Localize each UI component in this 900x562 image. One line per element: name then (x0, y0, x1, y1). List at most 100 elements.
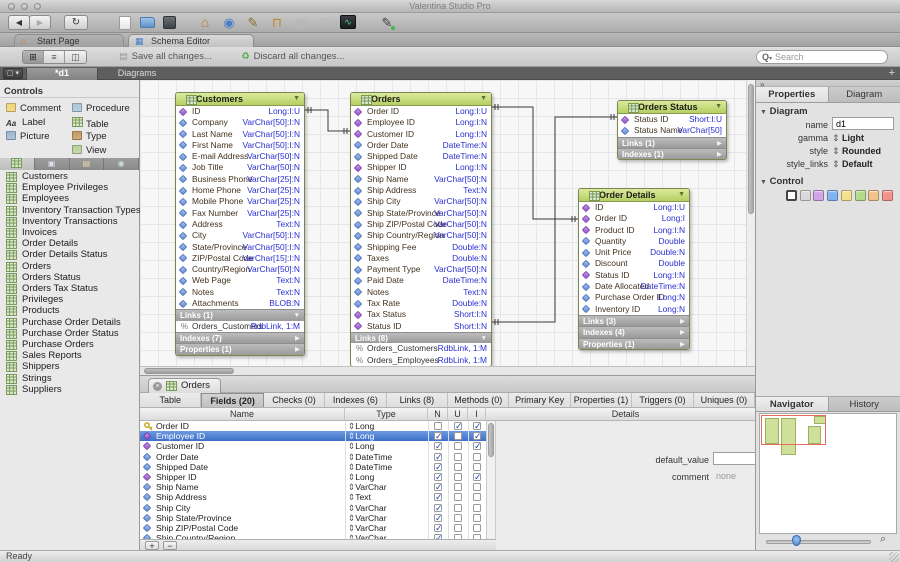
sidebar-tables-tab[interactable] (0, 158, 35, 170)
section-bar[interactable]: Indexes (4)▶ (579, 326, 689, 337)
column-header-type[interactable]: Type (345, 408, 428, 420)
checkbox-i[interactable] (473, 463, 481, 471)
table-list-item[interactable]: Order Details Status (0, 249, 139, 260)
diagram-field-row[interactable]: CityVarChar[50]:I:N (176, 230, 304, 241)
diagram-field-row[interactable]: Ship CityVarChar[50]:N (351, 196, 491, 207)
color-swatch-6[interactable] (868, 190, 879, 201)
subtab-fields[interactable]: Fields (20) (201, 393, 263, 407)
fields-scrollbar[interactable] (486, 421, 496, 539)
checkbox-n[interactable] (434, 453, 442, 461)
checkbox-u[interactable] (454, 473, 462, 481)
checkbox-u[interactable] (454, 442, 462, 450)
diagram-field-row[interactable]: Web PageText:N (176, 275, 304, 286)
diagram-field-row[interactable]: Mobile PhoneVarChar[25]:N (176, 196, 304, 207)
checkbox-n[interactable] (434, 473, 442, 481)
table-list-item[interactable]: Purchase Order Status (0, 328, 139, 339)
table-list-item[interactable]: Inventory Transactions (0, 216, 139, 227)
table-list-item[interactable]: Sales Reports (0, 350, 139, 361)
new-document-button[interactable] (116, 14, 134, 31)
color-swatch-5[interactable] (855, 190, 866, 201)
diagram-field-row[interactable]: Shipper IDLong:I:N (351, 162, 491, 173)
diagram-field-row[interactable]: ZIP/Postal CodeVarChar[15]:I:N (176, 253, 304, 264)
canvas-vertical-scrollbar[interactable] (746, 80, 755, 366)
field-row-ship-city[interactable]: Ship City⇕VarChar (140, 503, 486, 513)
color-swatch-0[interactable] (786, 190, 797, 201)
diagram-field-row[interactable]: Customer IDLong:I:N (351, 129, 491, 140)
column-view-button[interactable]: ◫ (65, 51, 86, 63)
close-icon[interactable]: × (153, 382, 162, 391)
field-row-ship-address[interactable]: Ship Address⇕Text (140, 492, 486, 502)
refresh-button[interactable]: ↻ (64, 15, 88, 30)
save-all-changes-button[interactable]: ▤ Save all changes... (118, 51, 212, 62)
diagnostics-button[interactable]: ✎ (378, 14, 396, 31)
panel-tab-properties[interactable]: Properties (756, 87, 829, 102)
color-swatch-2[interactable] (813, 190, 824, 201)
palette-item-picture[interactable]: Picture (6, 131, 50, 143)
diagram-table-orders-status[interactable]: Orders Status▼Status IDShort:I:UStatus N… (617, 100, 727, 160)
canvas-horizontal-scrollbar[interactable] (140, 366, 755, 375)
diagram-field-row[interactable]: Payment TypeVarChar[50]:N (351, 264, 491, 275)
remove-field-button[interactable]: − (163, 541, 177, 550)
forward-button[interactable]: ▶ (29, 15, 51, 30)
diagram-field-row[interactable]: Ship ZIP/Postal CodeVarChar[50]:N (351, 219, 491, 230)
column-header-indexed[interactable]: I (468, 408, 486, 420)
project-button[interactable]: ⊓ (268, 14, 286, 31)
diagram-field-row[interactable]: Shipped DateDateTime:N (351, 151, 491, 162)
checkbox-i[interactable] (473, 504, 481, 512)
diagram-table-header[interactable]: Customers▼ (176, 93, 304, 106)
table-list-item[interactable]: Customers (0, 171, 139, 182)
checkbox-i[interactable] (473, 483, 481, 491)
table-list-item[interactable]: Shippers (0, 361, 139, 372)
tab-schema-editor[interactable]: ▦ Schema Editor (128, 34, 254, 47)
sidebar-procedures-tab[interactable]: ▣ (35, 158, 70, 170)
diagram-field-row[interactable]: Business PhoneVarChar[25]:N (176, 174, 304, 185)
diagram-field-row[interactable]: Status IDShort:I:N (351, 321, 491, 332)
table-list-item[interactable]: Order Details (0, 238, 139, 249)
diagram-link-row[interactable]: %Orders_CustomersRdbLink, 1:M (351, 343, 491, 354)
checkbox-u[interactable] (454, 422, 462, 430)
palette-item-procedure[interactable]: Procedure (72, 103, 130, 115)
diagram-menu-button[interactable]: ▢ ▾ (3, 68, 23, 79)
column-header-nullable[interactable]: N (428, 408, 448, 420)
back-button[interactable]: ◀ (8, 15, 30, 30)
open-button[interactable] (138, 14, 156, 31)
checkbox-u[interactable] (454, 504, 462, 512)
subtab-methods[interactable]: Methods (0) (448, 393, 509, 407)
chevron-right-icon[interactable]: ▶ (680, 339, 685, 350)
table-list-item[interactable]: Privileges (0, 294, 139, 305)
field-row-customer-id[interactable]: Customer ID⇕Long (140, 441, 486, 451)
search-input[interactable]: Q▾ Search (756, 50, 888, 64)
diagram-field-row[interactable]: CompanyVarChar[50]:I:N (176, 117, 304, 128)
diagram-field-row[interactable]: QuantityDouble (579, 236, 689, 247)
subtab-indexes[interactable]: Indexes (6) (325, 393, 386, 407)
panel-tab-history[interactable]: History (829, 397, 900, 411)
diagram-link-row[interactable]: %Orders_CustomersRdbLink, 1:M (176, 321, 304, 332)
checkbox-i[interactable] (473, 453, 481, 461)
diagram-table-header[interactable]: Order Details▼ (579, 189, 689, 202)
diagram-field-row[interactable]: Tax StatusShort:I:N (351, 309, 491, 320)
panel-tab-diagram[interactable]: Diagram (829, 87, 900, 102)
diagram-field-row[interactable]: IDLong:I:U (176, 106, 304, 117)
diagram-field-row[interactable]: Fax NumberVarChar[25]:N (176, 208, 304, 219)
prop-value-style[interactable]: ⇕ Rounded (832, 146, 881, 157)
prop-value-style_links[interactable]: ⇕ Default (832, 159, 873, 170)
diagram-table-customers[interactable]: Customers▼IDLong:I:UCompanyVarChar[50]:I… (175, 92, 305, 356)
color-swatch-1[interactable] (800, 190, 811, 201)
prop-value-gamma[interactable]: ⇕ Light (832, 133, 864, 144)
chevron-right-icon[interactable]: ▶ (295, 344, 300, 355)
diagram-name-input[interactable] (832, 117, 894, 130)
diagram-field-row[interactable]: NotesText:N (351, 287, 491, 298)
section-bar[interactable]: Indexes (1)▶ (618, 148, 726, 159)
subtab-properties[interactable]: Properties (1) (571, 393, 632, 407)
add-diagram-button[interactable]: + (889, 67, 895, 79)
diagram-table-orders[interactable]: Orders▼Order IDLong:I:UEmployee IDLong:I… (350, 92, 492, 367)
table-list-item[interactable]: Orders Tax Status (0, 283, 139, 294)
diagram-field-row[interactable]: Status NameVarChar[50] (618, 125, 726, 136)
tab-diagrams[interactable]: Diagrams (99, 68, 175, 80)
field-row-order-id[interactable]: Order ID⇕Long (140, 421, 486, 431)
field-row-employee-id[interactable]: Employee ID⇕Long (140, 431, 486, 441)
diagram-link-row[interactable]: %Orders_EmployeesRdbLink, 1:M (351, 355, 491, 366)
subtab-table[interactable]: Table (140, 393, 201, 407)
chevron-down-icon[interactable]: ▼ (678, 189, 685, 201)
zoom-magnifier-icon[interactable]: ⌕ (880, 533, 886, 546)
